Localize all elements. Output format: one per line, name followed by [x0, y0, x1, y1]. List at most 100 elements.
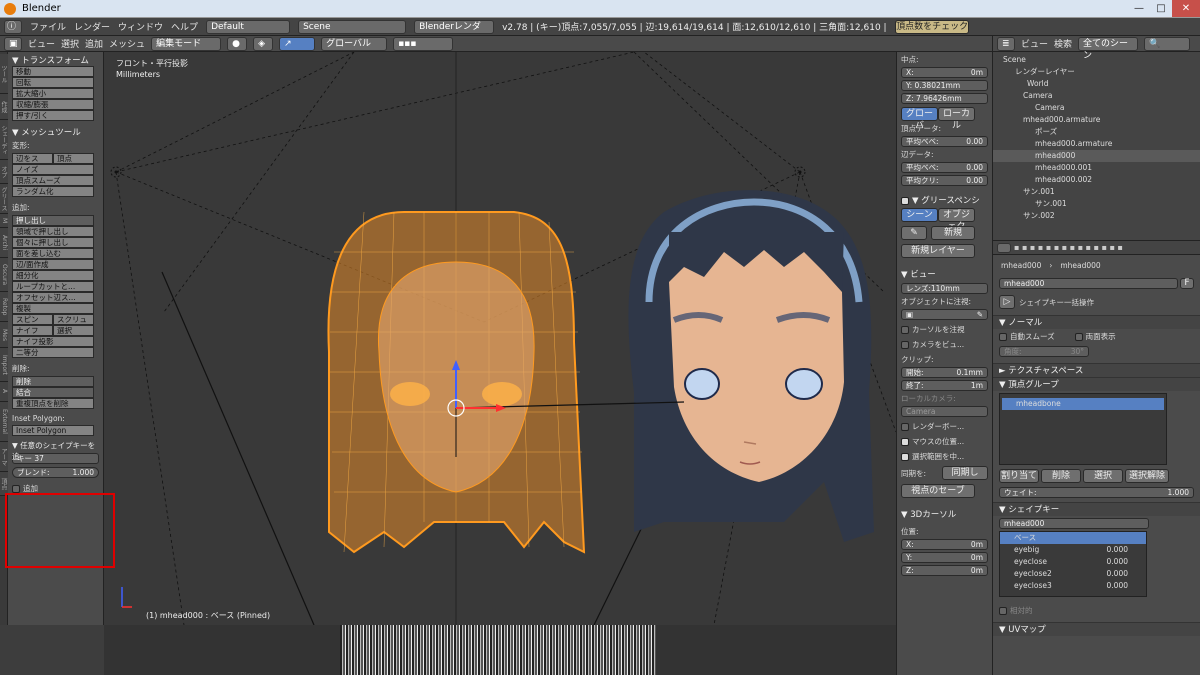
- props-context-tabs[interactable]: ▪ ▪ ▪ ▪ ▪ ▪ ▪ ▪ ▪ ▪ ▪ ▪ ▪ ▪: [1014, 243, 1123, 252]
- mouse-pos-box[interactable]: [901, 438, 909, 446]
- 3d-cursor-header[interactable]: ▼ 3Dカーソル: [897, 506, 992, 520]
- mesh-name-field[interactable]: mhead000: [999, 278, 1178, 289]
- double-sided-checkbox[interactable]: 両面表示: [1074, 331, 1116, 342]
- push-pull-button[interactable]: 押す/引く: [12, 110, 94, 121]
- remove-doubles-button[interactable]: 重複頂点を削除: [12, 398, 94, 409]
- tab-external[interactable]: External: [0, 402, 8, 442]
- view3d-editor-icon[interactable]: ▣: [4, 36, 22, 51]
- outliner-row-mhead000[interactable]: mhead000: [993, 150, 1200, 162]
- select-center-box[interactable]: [901, 453, 909, 461]
- outliner-row-mhead000-002[interactable]: mhead000.002: [993, 174, 1200, 186]
- shaded-head[interactable]: [628, 190, 874, 542]
- scene-selector[interactable]: Scene: [298, 19, 407, 34]
- knife-button[interactable]: ナイフ: [12, 325, 53, 336]
- texspace-header[interactable]: ► テクスチャスペース: [993, 363, 1200, 377]
- render-border-box[interactable]: [901, 423, 909, 431]
- tab-archi[interactable]: Archi: [0, 228, 8, 258]
- tab-m[interactable]: M: [0, 214, 8, 228]
- noise-button[interactable]: ノイズ: [12, 164, 94, 175]
- maximize-icon[interactable]: □: [1150, 0, 1172, 17]
- 3d-viewport[interactable]: フロント・平行投影 Millimeters (1) mhead000 : ベース…: [104, 52, 896, 625]
- outliner-row-armature-data[interactable]: mhead000.armature: [993, 138, 1200, 150]
- weight-slider[interactable]: ウェイト: 1.000: [999, 487, 1194, 498]
- cursor-z-field[interactable]: Z: 0m: [901, 565, 988, 576]
- lock-camera-checkbox[interactable]: カメラをビュ...: [897, 337, 992, 352]
- layout-selector[interactable]: Default: [206, 19, 291, 34]
- make-edge-face-button[interactable]: 辺/面作成: [12, 259, 94, 270]
- outliner-row-pose[interactable]: ポーズ: [993, 126, 1200, 138]
- key-name-field[interactable]: キー 37: [12, 453, 99, 464]
- relative-checkbox[interactable]: 相対的: [993, 599, 1200, 622]
- local-toggle[interactable]: ローカル: [938, 107, 975, 131]
- loop-cut-button[interactable]: ループカットと...: [12, 281, 94, 292]
- extrude-region-button[interactable]: 領域で押し出し: [12, 226, 94, 237]
- shrink-fatten-button[interactable]: 収縮/膨張: [12, 99, 94, 110]
- tab-create[interactable]: 作成: [0, 94, 8, 120]
- local-camera-field[interactable]: Camera: [901, 406, 988, 417]
- outliner-row-sun002[interactable]: サン.002: [993, 210, 1200, 222]
- outliner-row-scene[interactable]: Scene: [993, 54, 1200, 66]
- vgroup-deselect-button[interactable]: 選択解除: [1125, 469, 1169, 483]
- outliner-search-input[interactable]: 🔍: [1144, 36, 1191, 51]
- menu-mesh[interactable]: メッシュ: [109, 37, 145, 50]
- knife-project-button[interactable]: ナイフ投影: [12, 336, 94, 347]
- extrude-menu[interactable]: 押し出し: [12, 215, 94, 226]
- median-z-field[interactable]: Z: 7.96426mm: [901, 93, 988, 104]
- vgroup-remove-button[interactable]: 削除: [1041, 469, 1081, 483]
- outliner-row-camera[interactable]: Camera: [993, 90, 1200, 102]
- uvmaps-header[interactable]: ▼ UVマップ: [993, 622, 1200, 636]
- extrude-individual-button[interactable]: 個々に押し出し: [12, 237, 94, 248]
- edge-bevel-field[interactable]: 平均ベベ: 0.00: [901, 162, 988, 173]
- tab-oscura[interactable]: Oscura: [0, 258, 8, 292]
- outliner-editor-icon[interactable]: ≣: [997, 36, 1015, 51]
- transform-panel-header[interactable]: ▼ トランスフォーム: [8, 52, 103, 66]
- relative-box[interactable]: [999, 607, 1007, 615]
- props-editor-icon[interactable]: [997, 242, 1011, 253]
- bisect-button[interactable]: 二等分: [12, 347, 94, 358]
- tab-retop[interactable]: Retop: [0, 292, 8, 322]
- vgroup-assign-button[interactable]: 割り当て: [999, 469, 1039, 483]
- render-border-checkbox[interactable]: レンダーボー...: [897, 419, 992, 434]
- randomize-button[interactable]: ランダム化: [12, 186, 94, 197]
- meshtools-panel-header[interactable]: ▼ メッシュツール: [8, 124, 103, 138]
- sync-selector[interactable]: 同期し: [942, 466, 988, 480]
- shapekey-item[interactable]: eyebig 0.000: [1000, 544, 1146, 556]
- lock-object-field[interactable]: ▣ ✎: [901, 309, 988, 320]
- menu-window[interactable]: ウィンドウ: [118, 20, 163, 33]
- shapekey-item[interactable]: eyeclose2 0.000: [1000, 568, 1146, 580]
- outliner-row-armature[interactable]: mhead000.armature: [993, 114, 1200, 126]
- clip-end-field[interactable]: 終了: 1m: [901, 380, 988, 391]
- play-icon[interactable]: ▷: [999, 295, 1015, 309]
- outliner-row-world[interactable]: World: [993, 78, 1200, 90]
- translate-button[interactable]: 移動: [12, 66, 94, 77]
- median-y-field[interactable]: Y: 0.38021mm: [901, 80, 988, 91]
- vertex-bevel-field[interactable]: 平均ベベ: 0.00: [901, 136, 988, 147]
- add-checkbox-box[interactable]: [12, 485, 20, 493]
- double-sided-box[interactable]: [1074, 333, 1083, 341]
- shapekeys-header[interactable]: ▼ シェイプキー: [993, 502, 1200, 516]
- offset-edge-button[interactable]: オフセット辺ス...: [12, 292, 94, 303]
- knife-select-button[interactable]: 選択: [53, 325, 94, 336]
- shapekey-batch-label[interactable]: シェイプキー一括操作: [1019, 297, 1094, 308]
- scale-button[interactable]: 拡大縮小: [12, 88, 94, 99]
- autosmooth-box[interactable]: [999, 333, 1007, 341]
- tab-shading[interactable]: シェーディ: [0, 120, 8, 160]
- tab-import[interactable]: Import: [0, 348, 8, 382]
- vgroup-item[interactable]: mheadbone: [1002, 398, 1164, 410]
- manipulator-toggle[interactable]: ↗: [279, 36, 316, 51]
- tab-options[interactable]: オプ: [0, 160, 8, 184]
- subdivide-button[interactable]: 細分化: [12, 270, 94, 281]
- lock-cursor-box[interactable]: [901, 326, 909, 334]
- autosmooth-checkbox[interactable]: 自動スムーズ: [999, 331, 1055, 342]
- vertex-slide-button[interactable]: 頂点: [53, 153, 94, 164]
- outliner-search-menu[interactable]: 検索: [1054, 37, 1072, 50]
- check-vertex-button[interactable]: 頂点数をチェック: [895, 19, 970, 34]
- grease-object-toggle[interactable]: オブジェク: [938, 208, 975, 232]
- vgroups-header[interactable]: ▼ 頂点グループ: [993, 377, 1200, 391]
- grease-new-button[interactable]: 新規: [931, 226, 975, 240]
- grease-pencil-icon[interactable]: ✎: [901, 226, 927, 240]
- blend-slider[interactable]: ブレンド: 1.000: [12, 467, 99, 478]
- clip-start-field[interactable]: 開始: 0.1mm: [901, 367, 988, 378]
- shading-selector[interactable]: ●: [227, 36, 248, 51]
- orientation-selector[interactable]: グローバル: [321, 36, 388, 51]
